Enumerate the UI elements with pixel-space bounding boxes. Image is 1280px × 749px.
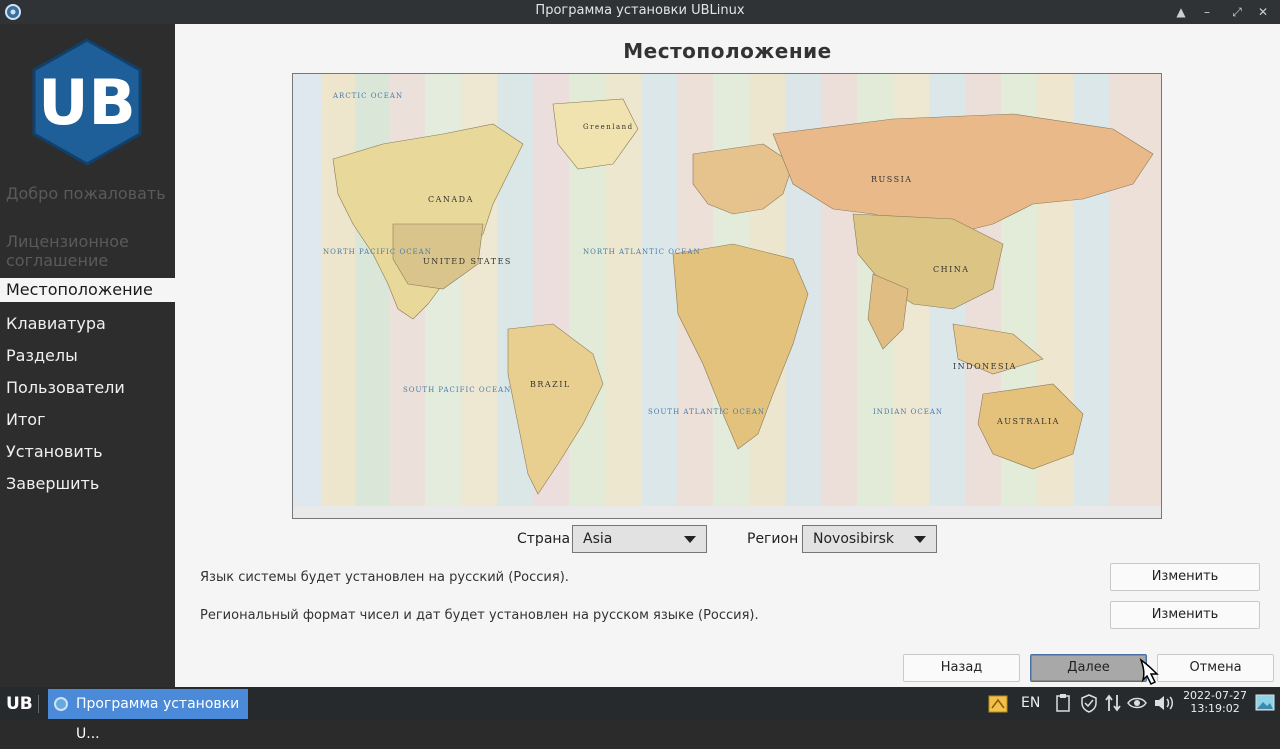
change-format-button[interactable]: Изменить <box>1110 601 1260 629</box>
page-title: Местоположение <box>623 39 832 63</box>
cancel-button[interactable]: Отмена <box>1157 654 1274 682</box>
svg-text:NORTH PACIFIC OCEAN: NORTH PACIFIC OCEAN <box>323 248 432 256</box>
language-info: Язык системы будет установлен на русский… <box>200 570 569 585</box>
svg-text:RUSSIA: RUSSIA <box>871 175 913 184</box>
volume-icon[interactable] <box>1153 693 1175 713</box>
sticky-note-icon[interactable] <box>988 694 1008 714</box>
clipboard-icon[interactable] <box>1055 693 1071 713</box>
shield-icon[interactable] <box>1080 693 1098 713</box>
svg-text:BRAZIL: BRAZIL <box>530 380 571 389</box>
change-language-button[interactable]: Изменить <box>1110 563 1260 591</box>
eye-icon[interactable] <box>1127 693 1147 713</box>
next-button[interactable]: Далее <box>1030 654 1147 682</box>
sidebar-item-install: Установить <box>6 442 103 461</box>
region-label: Регион <box>747 531 799 547</box>
sidebar-item-location: Местоположение <box>0 278 175 302</box>
maximize-button[interactable]: ⤢ <box>1228 3 1246 21</box>
sidebar-item-keyboard: Клавиатура <box>6 314 106 333</box>
sidebar-item-welcome: Добро пожаловать <box>6 184 166 203</box>
taskbar-separator <box>38 695 39 713</box>
sidebar-item-users: Пользователи <box>6 378 125 397</box>
country-dropdown[interactable]: Asia <box>572 525 707 553</box>
main-panel: Местоположение ARCTIC OCEAN NORTH PACIFI… <box>175 24 1280 687</box>
region-value: Novosibirsk <box>813 531 895 547</box>
taskbar-task-installer[interactable]: Программа установки U... <box>48 689 248 742</box>
window-titlebar: Программа установки UBLinux ▲ – ⤢ ✕ <box>0 0 1280 24</box>
show-desktop-icon[interactable] <box>1255 693 1275 713</box>
country-value: Asia <box>583 531 613 547</box>
window-title: Программа установки UBLinux <box>535 3 745 18</box>
svg-text:ARCTIC OCEAN: ARCTIC OCEAN <box>332 92 403 100</box>
svg-text:Greenland: Greenland <box>583 123 634 131</box>
svg-text:AUSTRALIA: AUSTRALIA <box>996 417 1060 426</box>
ublinux-logo: UB <box>32 38 142 166</box>
country-label: Страна <box>517 531 571 547</box>
taskbar-task-label: Программа установки U... <box>76 696 240 742</box>
svg-text:UB: UB <box>38 66 136 139</box>
svg-text:SOUTH PACIFIC OCEAN: SOUTH PACIFIC OCEAN <box>403 386 511 394</box>
clock-date: 2022-07-27 <box>1183 689 1247 702</box>
svg-text:INDONESIA: INDONESIA <box>953 362 1017 371</box>
svg-text:UNITED STATES: UNITED STATES <box>423 257 512 266</box>
clock[interactable]: 2022-07-27 13:19:02 <box>1183 689 1247 715</box>
mouse-cursor-icon <box>1139 658 1159 686</box>
close-button[interactable]: ✕ <box>1254 3 1272 21</box>
sidebar-item-finish: Завершить <box>6 474 100 493</box>
svg-text:CHINA: CHINA <box>933 265 970 274</box>
timezone-map[interactable]: ARCTIC OCEAN NORTH PACIFIC OCEAN NORTH A… <box>292 73 1162 519</box>
svg-text:NORTH ATLANTIC OCEAN: NORTH ATLANTIC OCEAN <box>583 248 701 256</box>
chevron-down-icon <box>684 536 696 543</box>
network-icon[interactable] <box>1104 693 1122 713</box>
start-menu-button[interactable]: UB <box>6 694 33 714</box>
sidebar: UB Добро пожаловать Лицензионное соглаше… <box>0 24 175 687</box>
format-info: Региональный формат чисел и дат будет ус… <box>200 608 759 623</box>
keyboard-layout-indicator[interactable]: EN <box>1021 695 1040 711</box>
chevron-down-icon <box>914 536 926 543</box>
sidebar-item-partitions: Разделы <box>6 346 78 365</box>
region-dropdown[interactable]: Novosibirsk <box>802 525 937 553</box>
svg-text:CANADA: CANADA <box>428 195 474 204</box>
sidebar-item-license: Лицензионное соглашение <box>6 232 129 270</box>
sidebar-item-summary: Итог <box>6 410 46 429</box>
installer-icon <box>54 697 68 711</box>
taskbar: UB Программа установки U... EN 2022-07-2… <box>0 687 1280 742</box>
svg-text:INDIAN OCEAN: INDIAN OCEAN <box>873 408 943 416</box>
back-button[interactable]: Назад <box>903 654 1020 682</box>
world-map-graphic: ARCTIC OCEAN NORTH PACIFIC OCEAN NORTH A… <box>293 74 1161 518</box>
minimize-button[interactable]: – <box>1198 3 1216 21</box>
clock-time: 13:19:02 <box>1190 702 1240 715</box>
shade-button[interactable]: ▲ <box>1172 3 1190 21</box>
svg-text:SOUTH ATLANTIC OCEAN: SOUTH ATLANTIC OCEAN <box>648 408 765 416</box>
